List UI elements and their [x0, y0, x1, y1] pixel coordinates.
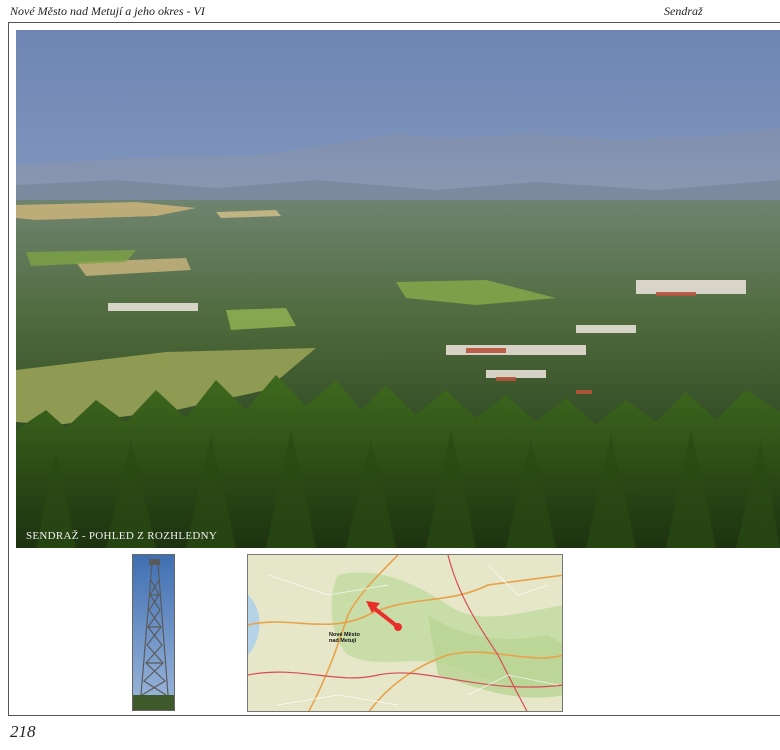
lookout-tower-photo	[132, 554, 175, 711]
map-town-label-line2: nad Metují	[329, 638, 357, 644]
running-header-title: Nové Město nad Metují a jeho okres - VI	[10, 4, 205, 18]
running-header-place: Sendraž	[664, 4, 703, 18]
page-number: 218	[10, 722, 36, 741]
main-landscape-photo	[16, 30, 780, 548]
photo-caption: SENDRAŽ - POHLED Z ROZHLEDNY	[26, 530, 218, 542]
location-map: Nové Město nad Metují	[247, 554, 563, 712]
map-town-label: Nové Město nad Metují	[329, 632, 363, 644]
